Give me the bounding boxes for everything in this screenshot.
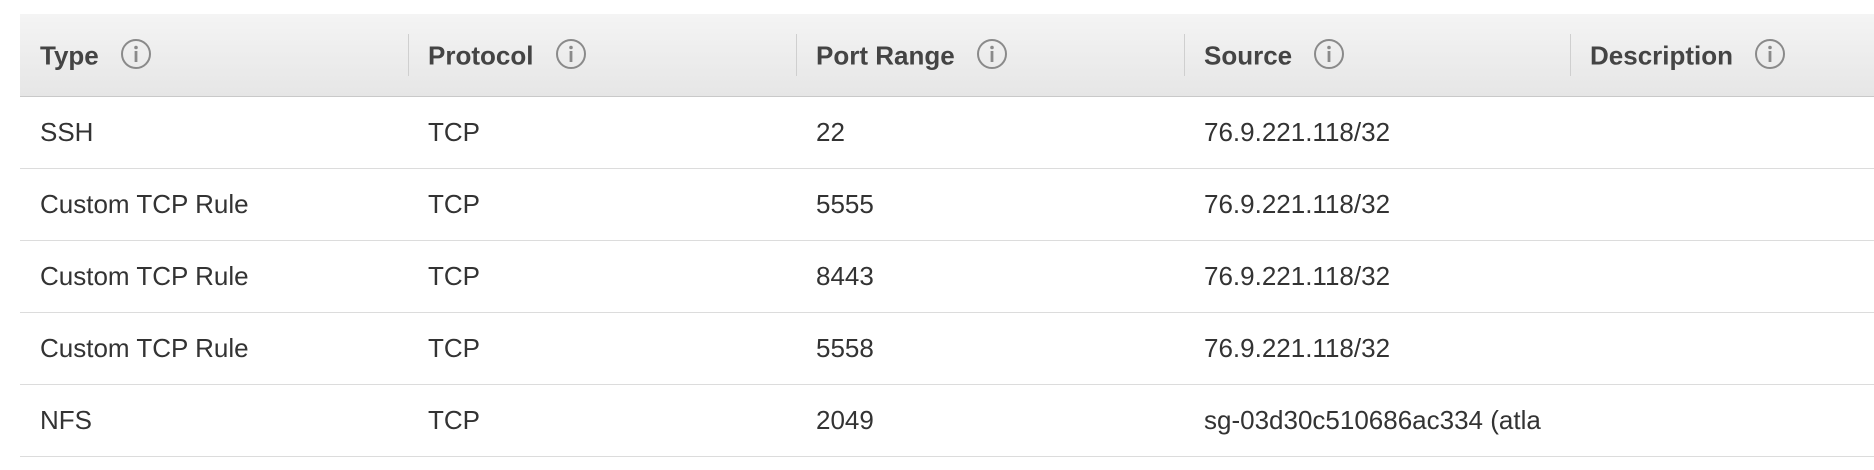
cell-description bbox=[1570, 168, 1874, 241]
cell-port-range: 22 bbox=[796, 96, 1184, 169]
cell-source: 76.9.221.118/32 bbox=[1184, 312, 1570, 385]
column-header-source[interactable]: Source bbox=[1184, 14, 1570, 97]
cell-source: 76.9.221.118/32 bbox=[1184, 240, 1570, 313]
cell-source: 76.9.221.118/32 bbox=[1184, 168, 1570, 241]
column-header-type[interactable]: Type bbox=[20, 14, 408, 97]
column-header-label: Source bbox=[1204, 40, 1293, 71]
info-icon[interactable] bbox=[120, 38, 152, 70]
cell-protocol: TCP bbox=[408, 168, 796, 241]
cell-type: NFS bbox=[20, 384, 408, 457]
inbound-rules-table: Type Protocol Port Range Source Descript… bbox=[20, 14, 1874, 457]
table-row[interactable]: SSH TCP 22 76.9.221.118/32 bbox=[20, 96, 1874, 169]
cell-type: Custom TCP Rule bbox=[20, 240, 408, 313]
cell-source: 76.9.221.118/32 bbox=[1184, 96, 1570, 169]
cell-description bbox=[1570, 312, 1874, 385]
cell-type: SSH bbox=[20, 96, 408, 169]
info-icon[interactable] bbox=[1754, 38, 1786, 70]
column-header-label: Port Range bbox=[816, 40, 955, 71]
cell-protocol: TCP bbox=[408, 240, 796, 313]
column-header-label: Description bbox=[1590, 40, 1734, 71]
header-row: Type Protocol Port Range Source Descript… bbox=[20, 14, 1874, 97]
cell-type: Custom TCP Rule bbox=[20, 168, 408, 241]
cell-port-range: 5558 bbox=[796, 312, 1184, 385]
column-header-port-range[interactable]: Port Range bbox=[796, 14, 1184, 97]
cell-port-range: 5555 bbox=[796, 168, 1184, 241]
table-row[interactable]: Custom TCP Rule TCP 5558 76.9.221.118/32 bbox=[20, 312, 1874, 385]
cell-protocol: TCP bbox=[408, 312, 796, 385]
column-header-protocol[interactable]: Protocol bbox=[408, 14, 796, 97]
info-icon[interactable] bbox=[555, 38, 587, 70]
cell-type: Custom TCP Rule bbox=[20, 312, 408, 385]
info-icon[interactable] bbox=[976, 38, 1008, 70]
cell-protocol: TCP bbox=[408, 384, 796, 457]
column-header-label: Protocol bbox=[428, 40, 534, 71]
cell-source: sg-03d30c510686ac334 (atla bbox=[1184, 384, 1570, 457]
cell-description bbox=[1570, 240, 1874, 313]
cell-protocol: TCP bbox=[408, 96, 796, 169]
table-row[interactable]: NFS TCP 2049 sg-03d30c510686ac334 (atla bbox=[20, 384, 1874, 457]
cell-description bbox=[1570, 384, 1874, 457]
table-row[interactable]: Custom TCP Rule TCP 5555 76.9.221.118/32 bbox=[20, 168, 1874, 241]
column-header-label: Type bbox=[40, 40, 99, 71]
cell-description bbox=[1570, 96, 1874, 169]
column-header-description[interactable]: Description bbox=[1570, 14, 1874, 97]
inbound-rules-table-container: Type Protocol Port Range Source Descript… bbox=[20, 14, 1874, 457]
table-body: SSH TCP 22 76.9.221.118/32 Custom TCP Ru… bbox=[20, 96, 1874, 457]
info-icon[interactable] bbox=[1313, 38, 1345, 70]
cell-port-range: 8443 bbox=[796, 240, 1184, 313]
cell-port-range: 2049 bbox=[796, 384, 1184, 457]
table-header: Type Protocol Port Range Source Descript… bbox=[20, 14, 1874, 97]
table-row[interactable]: Custom TCP Rule TCP 8443 76.9.221.118/32 bbox=[20, 240, 1874, 313]
